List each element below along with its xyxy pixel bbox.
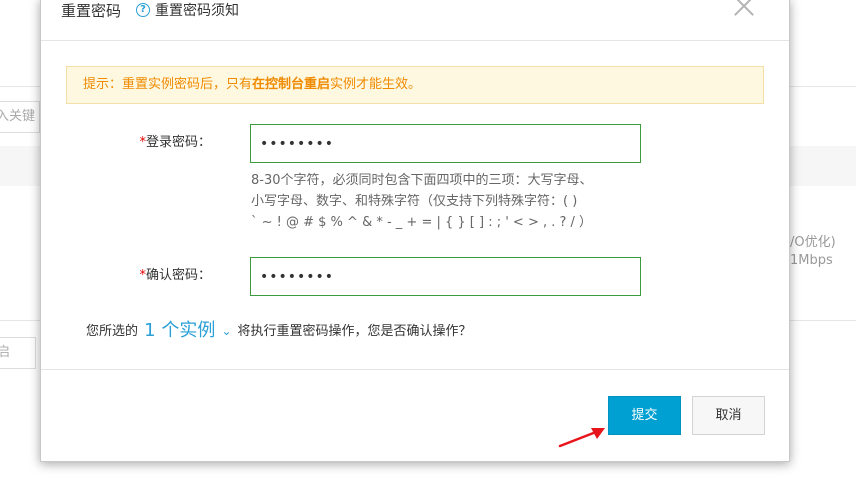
confirm-suffix: 将执行重置密码操作，您是否确认操作？ xyxy=(237,324,472,339)
confirm-prefix: 您所选的 xyxy=(86,324,139,339)
confirm-password-label-text: 确认密码： xyxy=(145,268,211,283)
reset-password-dialog: 重置密码 ? 重置密码须知 提示：重置实例密码后，只有在控制台重启实例才能生效。… xyxy=(40,0,790,462)
close-icon[interactable] xyxy=(732,0,756,17)
question-circle-icon[interactable]: ? xyxy=(136,3,150,17)
dialog-title: 重置密码 xyxy=(61,2,122,20)
hint-line: ` ~ ! @ # $ % ^ & * - _ + = | { } [ ] : … xyxy=(251,215,593,230)
hint-line: 8-30个字符，必须同时包含下面四项中的三项：大写字母、 xyxy=(251,173,593,188)
annotation-arrow-icon xyxy=(558,428,605,448)
instance-count-link[interactable]: 1 个实例 xyxy=(144,320,215,341)
bg-search-input: 入关键 xyxy=(0,101,40,133)
bg-row-text: 1Mbps xyxy=(790,253,833,268)
confirm-password-label: *确认密码： xyxy=(61,266,211,286)
login-password-label-text: 登录密码： xyxy=(145,135,211,150)
help-link[interactable]: 重置密码须知 xyxy=(155,2,239,20)
chevron-down-icon[interactable]: ⌄ xyxy=(221,324,231,338)
notice-banner: 提示：重置实例密码后，只有在控制台重启实例才能生效。 xyxy=(66,66,764,104)
footer-divider xyxy=(41,369,789,370)
confirm-password-input[interactable] xyxy=(250,257,641,296)
cancel-button[interactable]: 取消 xyxy=(692,396,765,435)
bg-restart-button: 启 xyxy=(0,337,36,369)
notice-prefix: 提示：重置实例密码后，只有 xyxy=(83,77,253,92)
login-password-input[interactable] xyxy=(250,124,641,163)
password-hint: 8-30个字符，必须同时包含下面四项中的三项：大写字母、 小写字母、数字、和特殊… xyxy=(251,170,671,233)
dialog-header: 重置密码 ? 重置密码须知 xyxy=(41,0,789,41)
login-password-label: *登录密码： xyxy=(61,133,211,153)
notice-suffix: 实例才能生效。 xyxy=(330,77,422,92)
confirm-message: 您所选的 1 个实例 ⌄ 将执行重置密码操作，您是否确认操作？ xyxy=(86,317,472,346)
notice-bold: 在控制台重启 xyxy=(252,77,331,92)
hint-line: 小写字母、数字、和特殊字符（仅支持下列特殊字符：( ) xyxy=(251,194,578,209)
submit-button[interactable]: 提交 xyxy=(608,396,681,435)
bg-row-text: /O优化) xyxy=(790,235,836,250)
